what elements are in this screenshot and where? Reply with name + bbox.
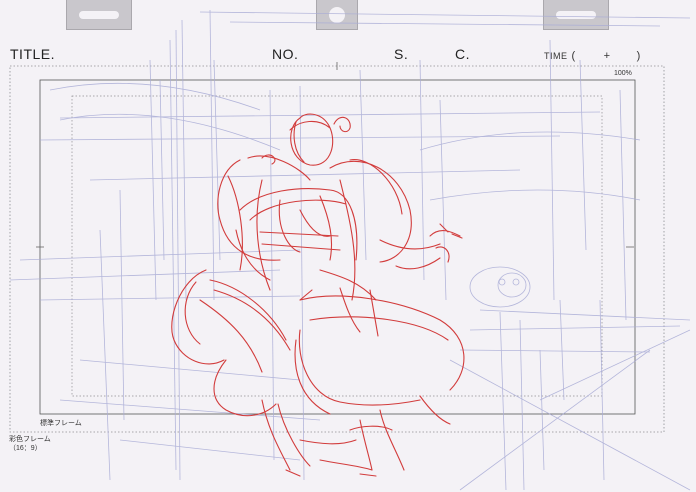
standard-frame-label: 標準フレーム [40, 420, 82, 427]
character-sketch [171, 113, 465, 477]
color-frame-label: 彩色フレーム （16：9） [9, 435, 51, 453]
color-frame-name: 彩色フレーム [9, 436, 51, 443]
color-frame-outline [9, 65, 665, 433]
animation-sheet[interactable]: TITLE. NO. S. C. TIME(+) 100% 標準フレーム 彩色フ… [0, 0, 696, 492]
color-frame-ratio: （16：9） [9, 445, 42, 452]
standard-frame-outline [39, 79, 636, 415]
guide-lines [9, 9, 691, 491]
drawing-canvas[interactable] [0, 0, 696, 492]
center-marks [36, 62, 634, 248]
